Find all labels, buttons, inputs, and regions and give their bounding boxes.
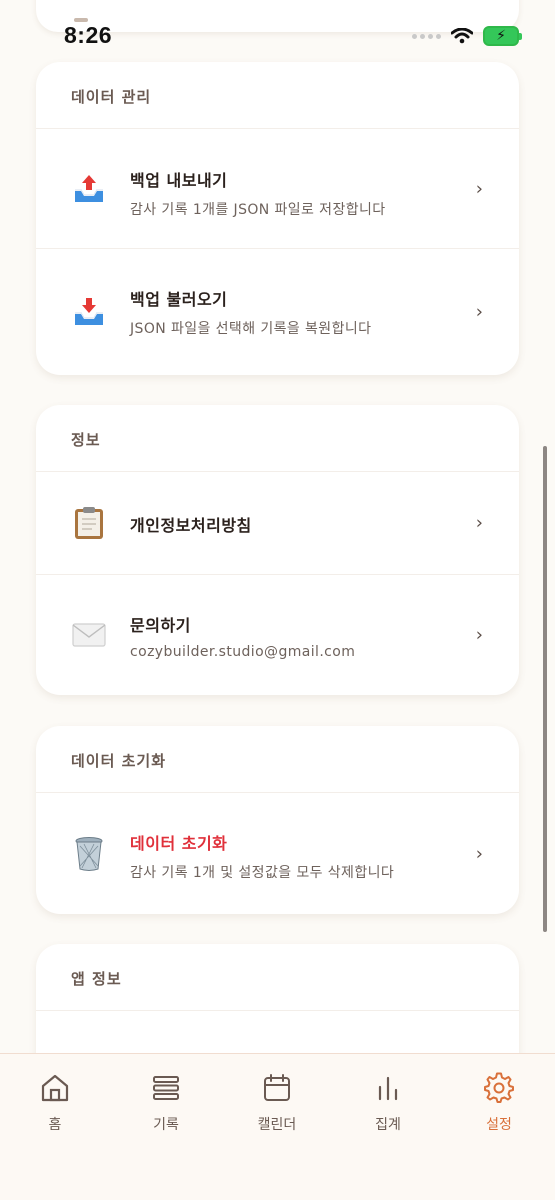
chevron-right-icon: › <box>475 178 483 199</box>
home-icon <box>15 1072 95 1104</box>
export-backup-row[interactable]: 백업 내보내기 감사 기록 1개를 JSON 파일로 저장합니다 › <box>36 128 519 248</box>
reset-data-subtitle: 감사 기록 1개 및 설정값을 모두 삭제합니다 <box>130 865 395 881</box>
status-icons: ⚡ <box>412 26 522 46</box>
section-title-data-management: 데이터 관리 <box>71 88 152 106</box>
clipboard-icon <box>72 506 106 540</box>
export-backup-subtitle: 감사 기록 1개를 JSON 파일로 저장합니다 <box>130 202 386 218</box>
reset-card: 데이터 초기화 데이터 초기화 감사 기록 1개 및 설정값을 모두 삭제합니다… <box>36 726 519 914</box>
wifi-icon <box>451 28 473 44</box>
signal-icon <box>412 33 441 39</box>
battery-icon: ⚡ <box>483 26 522 46</box>
tab-label-settings: 설정 <box>486 1117 512 1133</box>
status-bar: 8:26 ⚡ <box>0 0 555 60</box>
tab-records[interactable]: 기록 <box>126 1072 206 1134</box>
chevron-right-icon: › <box>475 624 483 646</box>
reset-data-row[interactable]: 데이터 초기화 감사 기록 1개 및 설정값을 모두 삭제합니다 › <box>36 792 519 914</box>
section-title-info: 정보 <box>71 431 101 449</box>
trash-icon <box>72 836 106 871</box>
tab-bar: 홈 기록 캘린더 집계 설정 <box>0 1053 555 1200</box>
chevron-right-icon: › <box>475 301 483 323</box>
privacy-policy-row[interactable]: 개인정보처리방침 › <box>36 471 519 574</box>
calendar-icon <box>237 1072 317 1104</box>
import-backup-subtitle: JSON 파일을 선택해 기록을 복원합니다 <box>130 321 372 337</box>
chevron-right-icon: › <box>475 843 483 864</box>
data-management-card: 데이터 관리 백업 내보내기 감사 기록 1개를 JSON 파일로 저장합니다 … <box>36 62 519 375</box>
tab-stats[interactable]: 집계 <box>348 1072 428 1134</box>
privacy-policy-title: 개인정보처리방침 <box>130 516 252 535</box>
export-tray-icon <box>72 172 106 206</box>
envelope-icon <box>72 618 106 652</box>
tab-home[interactable]: 홈 <box>15 1072 95 1134</box>
list-icon <box>126 1072 206 1104</box>
status-time: 8:26 <box>64 22 113 48</box>
tab-label-calendar: 캘린더 <box>257 1117 297 1133</box>
chart-icon <box>348 1072 428 1104</box>
contact-row[interactable]: 문의하기 cozybuilder.studio@gmail.com › <box>36 574 519 695</box>
reset-data-title: 데이터 초기화 <box>130 834 228 853</box>
import-backup-row[interactable]: 백업 불러오기 JSON 파일을 선택해 기록을 복원합니다 › <box>36 248 519 375</box>
chevron-right-icon: › <box>475 512 483 534</box>
import-tray-icon <box>72 295 106 329</box>
tab-settings[interactable]: 설정 <box>459 1072 539 1134</box>
tab-calendar[interactable]: 캘린더 <box>237 1072 317 1134</box>
section-title-reset: 데이터 초기화 <box>71 752 167 770</box>
info-card: 정보 개인정보처리방침 › 문의하기 cozybuilder.studio@gm… <box>36 405 519 695</box>
tab-label-home: 홈 <box>48 1117 62 1133</box>
section-title-app-info: 앱 정보 <box>71 970 122 988</box>
gear-icon <box>459 1072 539 1104</box>
tab-label-records: 기록 <box>153 1117 179 1133</box>
tab-label-stats: 집계 <box>375 1117 401 1133</box>
export-backup-title: 백업 내보내기 <box>130 171 228 190</box>
scrollbar[interactable] <box>543 446 547 932</box>
contact-title: 문의하기 <box>130 616 191 635</box>
import-backup-title: 백업 불러오기 <box>130 290 228 309</box>
contact-email: cozybuilder.studio@gmail.com <box>130 644 356 660</box>
